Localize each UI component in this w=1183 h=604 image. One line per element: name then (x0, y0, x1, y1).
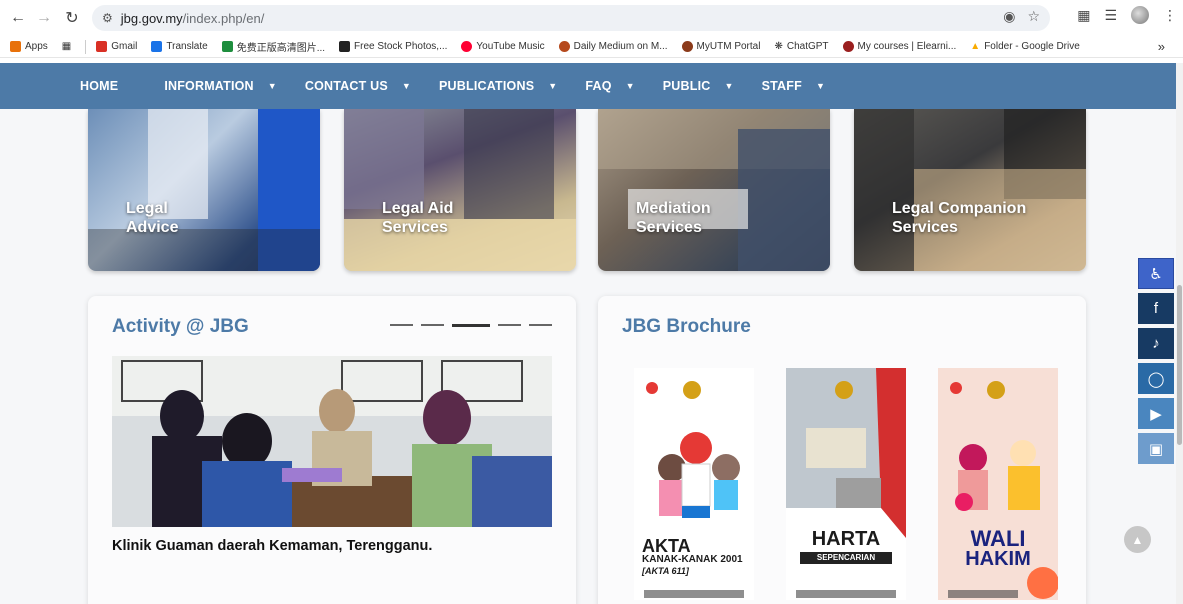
browser-toolbar: ← → ↻ ⚙ jbg.gov.my/index.php/en/ ◉ ☆ ▦ ☰… (0, 0, 1183, 36)
profile-avatar[interactable] (1131, 6, 1149, 24)
service-photo (88, 109, 320, 271)
chatgpt-icon: ❋ (774, 41, 783, 52)
scrollbar-thumb[interactable] (1177, 285, 1182, 445)
carousel-dot[interactable] (390, 324, 413, 326)
service-photo (598, 109, 830, 271)
nav-staff[interactable]: STAFF ▼ (762, 79, 825, 93)
apps-icon (10, 41, 21, 52)
nav-publications[interactable]: PUBLICATIONS ▼ (439, 79, 557, 93)
bookmark-stock-photos[interactable]: Free Stock Photos,... (339, 41, 447, 52)
chevron-down-icon: ▼ (724, 81, 734, 91)
utm-icon (681, 41, 693, 52)
chevron-up-icon: ▲ (1131, 532, 1144, 547)
activity-caption: Klinik Guaman daerah Kemaman, Terengganu… (112, 538, 433, 554)
url-host: jbg.gov.my (120, 10, 183, 26)
service-card-legal-companion[interactable]: Legal Companion Services (854, 109, 1086, 271)
nav-information[interactable]: INFORMATION ▼ (164, 79, 277, 93)
bookmark-youtube-music[interactable]: YouTube Music (461, 41, 545, 52)
service-label: Legal Companion Services (892, 200, 1027, 236)
carousel-dot[interactable] (498, 324, 521, 326)
elearning-icon (842, 41, 854, 52)
activity-card: Activity @ JBG Klinik Guaman daerah Kema… (88, 296, 576, 604)
nav-contact-us[interactable]: CONTACT US ▼ (305, 79, 411, 93)
reload-icon[interactable]: ↻ (58, 4, 86, 32)
menu-icon[interactable]: ⋮ (1163, 7, 1177, 24)
media-icon[interactable]: ☰ (1104, 7, 1117, 24)
back-to-top-button[interactable]: ▲ (1124, 526, 1151, 553)
brochure-wali-hakim[interactable]: WALI HAKIM (938, 368, 1058, 600)
instagram-icon[interactable]: ◯ (1138, 363, 1174, 394)
nav-faq[interactable]: FAQ ▼ (585, 79, 634, 93)
divider (85, 39, 87, 54)
service-label: Legal Advice (126, 200, 179, 236)
translate-icon (151, 41, 163, 52)
social-sidebar: ♿ f ♪ ◯ ▶ ▣ (1138, 258, 1174, 464)
activity-title: Activity @ JBG (112, 316, 249, 337)
bookmark-elearning[interactable]: My courses | Elearni... (842, 41, 956, 52)
image-site-icon (221, 41, 233, 52)
brochure-harta[interactable]: HARTA SEPENCARIAN (786, 368, 906, 600)
facebook-icon[interactable]: f (1138, 293, 1174, 324)
medium-icon (558, 41, 570, 52)
bookmark-myutm[interactable]: MyUTM Portal (681, 41, 760, 52)
forward-icon[interactable]: → (30, 4, 58, 32)
carousel-dot[interactable] (529, 324, 552, 326)
carousel-dot[interactable] (421, 324, 444, 326)
more-bookmarks-icon[interactable]: » (1158, 39, 1165, 54)
extensions-icon[interactable]: ▦ (1077, 7, 1090, 24)
service-card-legal-aid[interactable]: Legal Aid Services (344, 109, 576, 271)
chevron-down-icon: ▼ (815, 81, 826, 91)
bookmark-translate[interactable]: Translate (151, 41, 208, 52)
youtube-music-icon (461, 41, 473, 52)
service-card-legal-advice[interactable]: Legal Advice (88, 109, 320, 271)
nav-home[interactable]: HOME (80, 79, 118, 93)
bookmark-grid[interactable]: ▦ (62, 41, 71, 52)
gmail-icon (96, 41, 108, 52)
brochure-illustration (786, 368, 906, 598)
service-label: Legal Aid Services (382, 200, 454, 236)
service-label: Mediation Services (636, 200, 711, 236)
url-path: /index.php/en/ (182, 10, 265, 26)
address-bar[interactable]: ⚙ jbg.gov.my/index.php/en/ ◉ ☆ (92, 5, 1050, 31)
google-drive-icon: ▲ (970, 41, 981, 52)
bookmark-gmail[interactable]: Gmail (96, 41, 137, 52)
video-icon[interactable]: ▣ (1138, 433, 1174, 464)
tiktok-icon[interactable]: ♪ (1138, 328, 1174, 359)
chevron-down-icon: ▼ (625, 81, 635, 91)
accessibility-icon[interactable]: ♿ (1138, 258, 1174, 289)
activity-photo[interactable] (112, 356, 552, 527)
site-navbar: HOME INFORMATION ▼ CONTACT US ▼ PUBLICATIO… (0, 63, 1176, 109)
carousel-dot-active[interactable] (452, 324, 490, 327)
grid-icon: ▦ (61, 41, 72, 52)
service-photo (854, 109, 1086, 271)
service-photo (344, 109, 576, 271)
site-settings-icon[interactable]: ⚙ (102, 11, 113, 25)
eye-off-icon[interactable]: ◉ (1003, 8, 1015, 25)
service-card-mediation[interactable]: Mediation Services (598, 109, 830, 271)
bookmark-chatgpt[interactable]: ❋ ChatGPT (774, 41, 828, 52)
brochure-card: JBG Brochure AKTA KANAK-KANAK 2001 [AKTA… (598, 296, 1086, 604)
bookmark-free-images[interactable]: 免费正版高清图片... (221, 39, 325, 54)
back-icon[interactable]: ← (4, 4, 32, 32)
bookmarks-bar: Apps ▦ Gmail Translate 免费正版高清图片... Free … (0, 36, 1183, 58)
nav-public[interactable]: PUBLIC ▼ (663, 79, 734, 93)
brochure-title: JBG Brochure (622, 316, 751, 337)
bookmark-google-drive[interactable]: ▲ Folder - Google Drive (970, 41, 1080, 52)
chevron-down-icon: ▼ (548, 81, 558, 91)
page-content: Legal Advice Legal Aid Services Mediation S… (0, 109, 1176, 604)
youtube-icon[interactable]: ▶ (1138, 398, 1174, 429)
stock-photo-icon (339, 41, 351, 52)
carousel-indicators (390, 324, 552, 327)
bookmark-medium[interactable]: Daily Medium on M... (558, 41, 668, 52)
bookmark-apps[interactable]: Apps (10, 41, 48, 52)
chevron-down-icon: ▼ (401, 81, 412, 91)
bookmark-star-icon[interactable]: ☆ (1027, 8, 1040, 25)
chevron-down-icon: ▼ (267, 81, 277, 91)
brochure-akta[interactable]: AKTA KANAK-KANAK 2001 [AKTA 611] (634, 368, 754, 600)
